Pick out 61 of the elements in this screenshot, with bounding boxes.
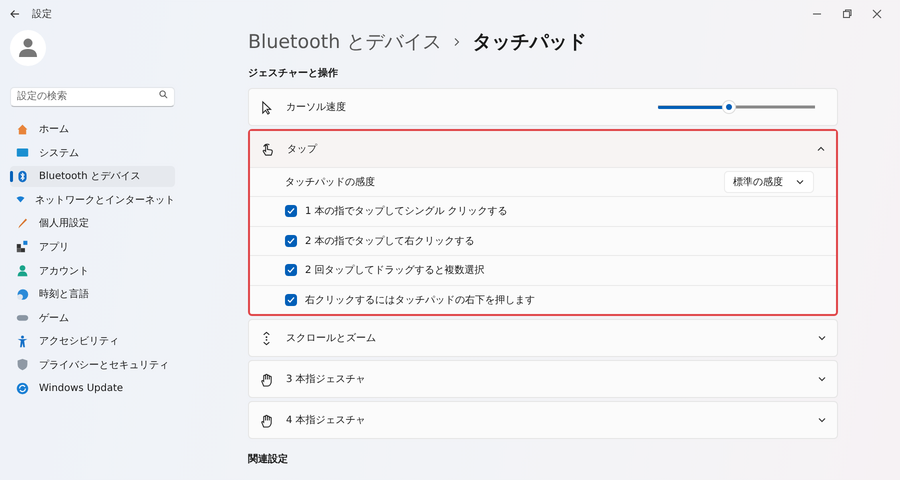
expander-title: スクロールとズーム <box>286 332 377 345</box>
checkbox-label: 2 回タップしてドラッグすると複数選択 <box>305 264 485 278</box>
person-icon <box>16 264 29 278</box>
accessibility-icon <box>16 334 29 348</box>
checkbox[interactable] <box>285 234 297 247</box>
nav-item[interactable]: アカウント <box>10 260 175 282</box>
monitor-icon <box>16 146 29 160</box>
home-icon <box>16 122 29 136</box>
slider-thumb[interactable] <box>722 101 735 113</box>
checkbox-label: 右クリックするにはタッチパッドの右下を押します <box>305 294 535 307</box>
shield-icon <box>16 358 29 372</box>
setting-label: カーソル速度 <box>286 100 347 114</box>
page-title: タッチパッド <box>472 30 586 55</box>
avatar[interactable] <box>10 30 46 66</box>
window-title: 設定 <box>32 8 52 21</box>
chevron-down-icon <box>817 374 827 384</box>
close-icon[interactable] <box>872 9 882 19</box>
nav-item[interactable]: ネットワークとインターネット <box>10 189 175 210</box>
nav-item[interactable]: ホーム <box>10 118 175 140</box>
chevron-down-icon <box>795 177 805 187</box>
checkbox[interactable] <box>285 294 297 306</box>
chevron-right-icon <box>453 37 460 47</box>
checkbox[interactable] <box>285 205 297 218</box>
expander-title: タップ <box>287 142 318 156</box>
breadcrumb-link[interactable]: Bluetooth とデバイス <box>248 29 442 55</box>
apps-icon <box>16 240 29 254</box>
nav-item[interactable]: アプリ <box>10 236 175 258</box>
brush-icon <box>16 216 29 230</box>
hand-icon <box>259 412 274 428</box>
nav-item[interactable]: 個人用設定 <box>10 212 175 234</box>
section-heading: 関連設定 <box>248 452 289 466</box>
chevron-down-icon <box>817 415 827 425</box>
nav-item[interactable]: プライバシーとセキュリティ <box>10 354 175 376</box>
checkbox-label: 1 本の指でタップしてシングル クリックする <box>305 204 508 218</box>
expander-header[interactable]: タップ <box>250 131 836 167</box>
nav-item[interactable]: ゲーム <box>10 307 175 328</box>
nav-item[interactable]: システム <box>10 142 175 164</box>
update-icon <box>16 382 29 396</box>
setting-label: タッチパッドの感度 <box>285 176 376 189</box>
nav-item[interactable]: 時刻と言語 <box>10 284 175 305</box>
nav-item[interactable]: アクセシビリティ <box>10 330 175 352</box>
nav-item[interactable]: Bluetooth とデバイス <box>10 166 175 187</box>
sensitivity-dropdown[interactable]: 標準の感度 <box>724 171 814 193</box>
search-field[interactable]: 設定の検索 <box>10 86 175 106</box>
checkbox[interactable] <box>285 264 297 276</box>
bluetooth-icon <box>16 170 29 183</box>
expander-header[interactable]: 3 本指ジェスチャ <box>249 361 837 397</box>
restore-icon[interactable] <box>842 9 852 19</box>
hand-icon <box>260 142 275 156</box>
expander-header[interactable]: 4 本指ジェスチャ <box>249 402 837 438</box>
expander-title: 4 本指ジェスチャ <box>286 414 367 427</box>
checkbox-label: 2 本の指でタップして右クリックする <box>305 234 475 248</box>
search-icon <box>159 90 168 99</box>
expander-header[interactable]: スクロールとズーム <box>249 320 837 356</box>
section-heading: ジェスチャーと操作 <box>248 66 339 80</box>
hand-icon <box>259 372 274 386</box>
expander-title: 3 本指ジェスチャ <box>286 372 367 386</box>
chevron-down-icon <box>817 333 827 343</box>
person-icon <box>19 38 37 58</box>
nav-item[interactable]: Windows Update <box>10 378 175 400</box>
back-icon[interactable] <box>10 9 20 19</box>
